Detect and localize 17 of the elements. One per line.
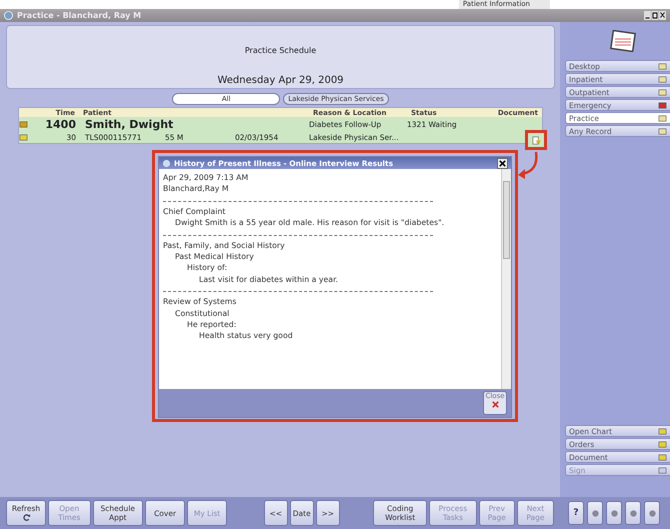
schedule-date: Wednesday Apr 29, 2009 [217, 75, 344, 86]
table-cell-text: Smith, Dwight [84, 118, 174, 130]
window-controls-icon[interactable] [644, 11, 666, 20]
header-title: Practice Schedule [244, 46, 316, 55]
window-title: Practice - Blanchard, Ray M [17, 11, 142, 20]
toolbar-icon-button[interactable] [625, 501, 641, 525]
close-icon [490, 400, 500, 409]
scrollbar[interactable] [501, 169, 511, 389]
close-icon [498, 158, 507, 168]
toolbar-icon-button[interactable] [587, 501, 603, 525]
close-button[interactable] [497, 158, 508, 168]
table-cell-text: 1400 [44, 118, 77, 130]
help-button[interactable]: ? [568, 501, 584, 525]
app-icon [4, 11, 13, 20]
toolbar-icon-button[interactable] [606, 501, 622, 525]
app-icon [162, 158, 171, 168]
toolbar-icon-button[interactable] [644, 501, 660, 525]
